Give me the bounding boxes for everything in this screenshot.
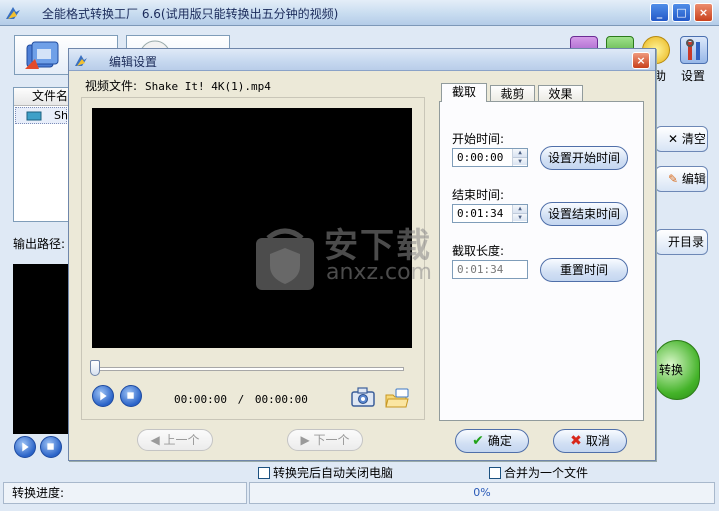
checkmark-icon: ✔ (472, 433, 484, 449)
file-list[interactable]: 文件名 Sh (13, 87, 69, 222)
chevron-down-icon[interactable]: ▼ (513, 213, 527, 221)
output-path-label: 输出路径: (13, 237, 66, 251)
video-file-row: 视频文件: Shake It! 4K(1).mp4 (85, 77, 271, 94)
clear-button[interactable]: ✕ 清空 (655, 126, 708, 152)
ok-label: 确定 (487, 434, 512, 448)
dialog-close-button[interactable]: × (632, 52, 650, 69)
settings-label[interactable]: 设置 (681, 67, 705, 84)
cancel-button[interactable]: ✖ 取消 (553, 429, 627, 453)
maximize-button[interactable]: □ (672, 3, 691, 22)
close-button[interactable]: × (694, 3, 713, 22)
next-label: 下一个 (313, 433, 350, 447)
cancel-label: 取消 (585, 434, 610, 448)
seek-handle[interactable] (90, 360, 100, 376)
watermark: 安下载 anxz.com (250, 218, 470, 298)
progress-label: 转换进度: (12, 486, 65, 500)
video-file-label: 视频文件: (85, 79, 138, 93)
progress-bar: 0% (249, 482, 715, 504)
merge-label: 合并为一个文件 (504, 466, 589, 480)
start-time-label: 开始时间: (452, 132, 505, 146)
video-file-icon (26, 111, 42, 121)
convert-label: 转换 (659, 363, 684, 377)
time-separator: / (237, 393, 245, 406)
dialog-stop-button[interactable] (120, 385, 142, 407)
convert-button[interactable]: 转换 (654, 340, 700, 400)
arrow-left-icon: ◀ (150, 433, 160, 447)
tab-effects[interactable]: 效果 (538, 85, 583, 102)
video-file-name: Shake It! 4K(1).mp4 (145, 80, 271, 93)
shield-bag-icon (256, 228, 314, 290)
stepper-arrows[interactable]: ▲ ▼ (512, 149, 527, 166)
checkbox-box[interactable] (489, 467, 501, 479)
clear-icon: ✕ (668, 132, 679, 146)
chevron-up-icon[interactable]: ▲ (513, 149, 527, 157)
tab-trim[interactable]: 截取 (441, 83, 487, 102)
time-total: 00:00:00 (254, 393, 308, 406)
start-time-stepper[interactable]: 0:00:00 ▲ ▼ (452, 148, 528, 167)
chevron-down-icon[interactable]: ▼ (513, 157, 527, 165)
checkbox-box[interactable] (258, 467, 270, 479)
ok-button[interactable]: ✔ 确定 (455, 429, 529, 453)
seek-track[interactable] (92, 367, 404, 371)
auto-shutdown-checkbox[interactable]: 转换完后自动关闭电脑 (258, 464, 393, 481)
file-name-cell: Sh (54, 109, 68, 122)
stop-icon (47, 443, 54, 450)
settings-tools-icon[interactable] (680, 36, 708, 64)
camera-icon[interactable] (350, 386, 376, 408)
open-dir-button[interactable]: 开目录 (655, 229, 708, 255)
dialog-play-button[interactable] (92, 385, 114, 407)
start-time-value: 0:00:00 (457, 151, 504, 164)
file-list-header[interactable]: 文件名 (14, 88, 68, 106)
arrow-right-icon: ▶ (300, 433, 310, 447)
chevron-up-icon[interactable]: ▲ (513, 205, 527, 213)
dialog-title-bar[interactable]: 编辑设置 × (69, 49, 655, 71)
main-play-button[interactable] (14, 436, 36, 458)
main-title-bar: 全能格式转换工厂 6.6(试用版只能转换出五分钟的视频) _ □ × (0, 0, 719, 26)
auto-shutdown-label: 转换完后自动关闭电脑 (273, 466, 394, 480)
dialog-app-icon (75, 55, 87, 66)
clear-label: 清空 (681, 132, 706, 146)
stepper-arrows[interactable]: ▲ ▼ (512, 205, 527, 222)
set-end-time-button[interactable]: 设置结束时间 (540, 202, 628, 226)
reset-time-button[interactable]: 重置时间 (540, 258, 628, 282)
tab-crop[interactable]: 裁剪 (490, 85, 535, 102)
progress-percent: 0% (473, 486, 491, 499)
edit-label: 编辑 (681, 172, 706, 186)
status-progress-label: 转换进度: (3, 482, 247, 504)
stop-icon (127, 392, 134, 399)
edit-icon: ✎ (668, 172, 679, 186)
play-icon (100, 391, 107, 401)
dialog-title: 编辑设置 (109, 55, 158, 69)
next-button[interactable]: ▶ 下一个 (287, 429, 363, 451)
cross-icon: ✖ (570, 433, 582, 449)
open-dir-label: 开目录 (668, 235, 705, 249)
add-video-icon (25, 41, 59, 69)
time-current: 00:00:00 (174, 393, 227, 406)
merge-checkbox[interactable]: 合并为一个文件 (489, 464, 588, 481)
main-preview (13, 264, 69, 434)
main-window-title: 全能格式转换工厂 6.6(试用版只能转换出五分钟的视频) (42, 7, 339, 21)
prev-label: 上一个 (163, 433, 200, 447)
folder-icon[interactable] (384, 388, 410, 410)
set-start-time-button[interactable]: 设置开始时间 (540, 146, 628, 170)
watermark-text-en: anxz.com (326, 260, 432, 285)
prev-button[interactable]: ◀ 上一个 (137, 429, 213, 451)
edit-button[interactable]: ✎ 编辑 (655, 166, 708, 192)
time-readout: 00:00:00 / 00:00:00 (174, 393, 308, 406)
end-time-label: 结束时间: (452, 188, 505, 202)
play-icon (22, 442, 29, 452)
minimize-button[interactable]: _ (650, 3, 669, 22)
wrench-icon (686, 39, 700, 60)
main-stop-button[interactable] (40, 436, 62, 458)
app-logo-icon (6, 7, 20, 19)
